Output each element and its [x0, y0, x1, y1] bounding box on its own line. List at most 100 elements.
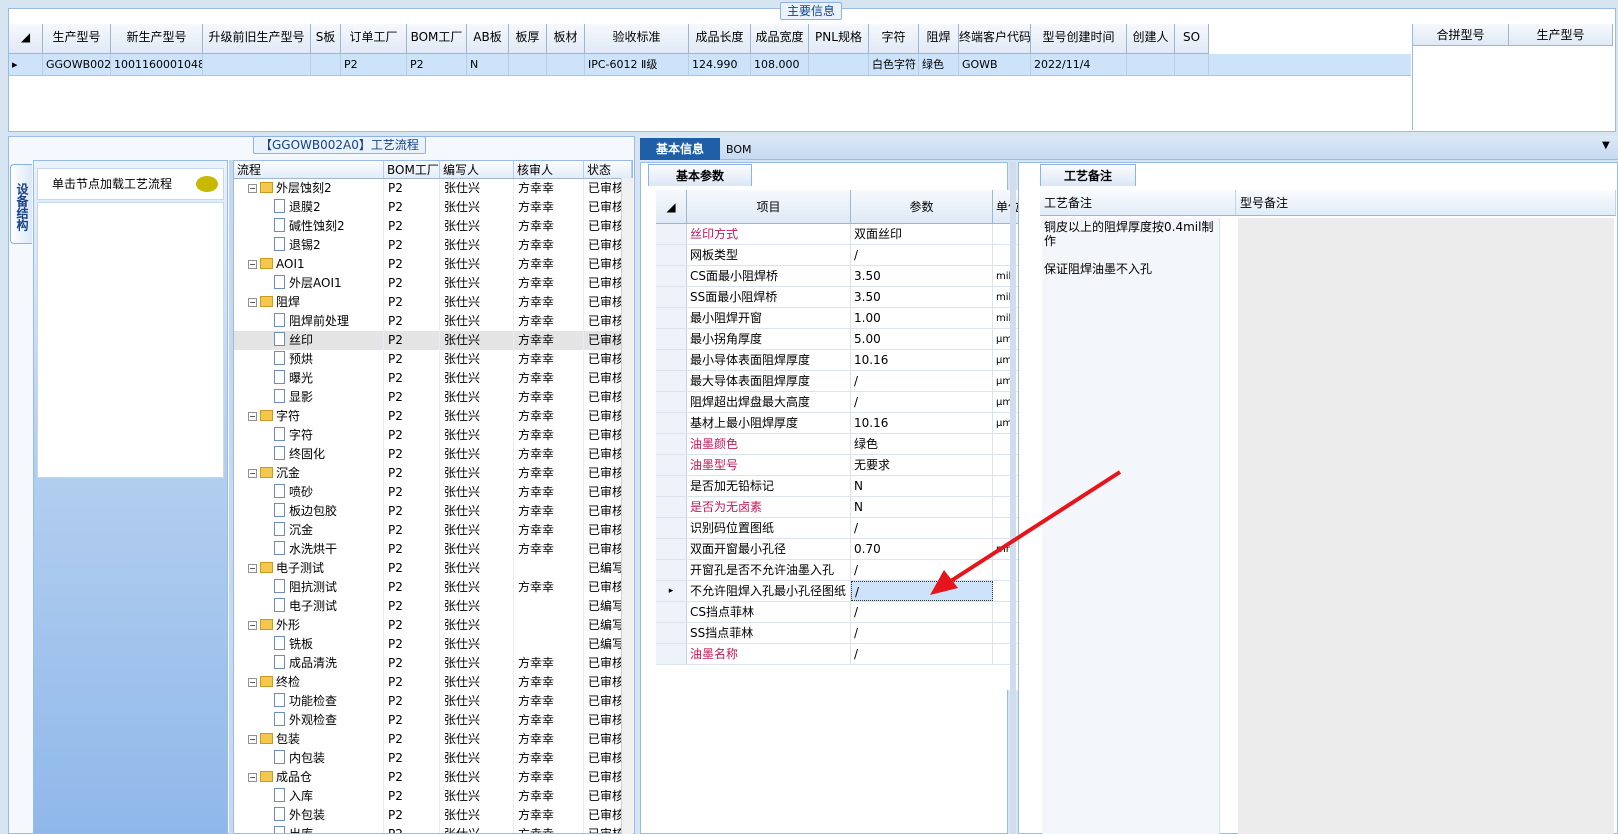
tree-node[interactable]: 退锡2	[234, 236, 384, 255]
main-info-col-header[interactable]: 型号创建时间	[1031, 24, 1127, 54]
tree-row[interactable]: 字符 P2 张仕兴 方幸幸 已审核	[234, 426, 632, 445]
tree-row[interactable]: 沉金 P2 张仕兴 方幸幸 已审核	[234, 521, 632, 540]
tree-node[interactable]: 入库	[234, 787, 384, 806]
main-info-cell[interactable]: 绿色	[919, 54, 959, 75]
tree-row[interactable]: 外观检查 P2 张仕兴 方幸幸 已审核	[234, 711, 632, 730]
param-row[interactable]: 丝印方式 双面丝印	[656, 224, 1026, 245]
collapse-icon[interactable]: −	[248, 412, 257, 421]
tree-row[interactable]: 退膜2 P2 张仕兴 方幸幸 已审核	[234, 198, 632, 217]
row-selector[interactable]	[656, 350, 687, 370]
main-info-col-header[interactable]: 终端客户代码	[959, 24, 1031, 54]
tree-row[interactable]: 入库 P2 张仕兴 方幸幸 已审核	[234, 787, 632, 806]
row-selector[interactable]	[656, 476, 687, 496]
main-info-col-header[interactable]: 成品宽度	[751, 24, 809, 54]
param-row[interactable]: SS挡点菲林 /	[656, 623, 1026, 644]
main-info-cell[interactable]	[809, 54, 869, 75]
main-info-col-header[interactable]: AB板	[467, 24, 509, 54]
tree-col-writer[interactable]: 编写人	[440, 161, 514, 178]
tree-node[interactable]: 外观检查	[234, 711, 384, 730]
tree-node[interactable]: 铣板	[234, 635, 384, 654]
params-col-value[interactable]: 参数	[851, 190, 993, 224]
param-value-field[interactable]: 10.16	[851, 350, 993, 370]
tree-node[interactable]: − 字符	[234, 407, 384, 426]
main-info-col-header[interactable]: PNL规格	[809, 24, 869, 54]
main-info-cell[interactable]: P2	[341, 54, 407, 75]
param-row[interactable]: 最小阻焊开窗 1.00 mil	[656, 308, 1026, 329]
tree-node[interactable]: 终固化	[234, 445, 384, 464]
collapse-icon[interactable]: −	[248, 678, 257, 687]
row-selector[interactable]	[656, 287, 687, 307]
main-info-data-row[interactable]: ▸GGOWB002A010011600010485P2P2NIPC-6012 Ⅱ…	[9, 54, 1411, 76]
param-value-field[interactable]: /	[851, 245, 993, 265]
param-row[interactable]: 最小导体表面阻焊厚度 10.16 μm	[656, 350, 1026, 371]
param-row[interactable]: SS面最小阻焊桥 3.50 mil	[656, 287, 1026, 308]
tree-node[interactable]: − 外层蚀刻2	[234, 179, 384, 198]
main-info-col-header[interactable]: 成品长度	[689, 24, 751, 54]
param-value-field[interactable]: 3.50	[851, 287, 993, 307]
main-info-cell[interactable]	[547, 54, 585, 75]
main-info-col-header[interactable]: 板厚	[509, 24, 547, 54]
main-info-col-header[interactable]: 创建人	[1127, 24, 1175, 54]
main-info-cell[interactable]: 108.000	[751, 54, 809, 75]
main-info-col-header[interactable]: 板材	[547, 24, 585, 54]
tree-col-bom[interactable]: BOM工厂	[384, 161, 440, 178]
param-row[interactable]: CS挡点菲林 /	[656, 602, 1026, 623]
tree-node[interactable]: − 成品仓	[234, 768, 384, 787]
params-col-item[interactable]: 项目	[687, 190, 851, 224]
tree-row[interactable]: 碱性蚀刻2 P2 张仕兴 方幸幸 已审核	[234, 217, 632, 236]
tree-row[interactable]: − 外形 P2 张仕兴 已编写	[234, 616, 632, 635]
main-info-cell[interactable]	[311, 54, 341, 75]
tree-row[interactable]: − 字符 P2 张仕兴 方幸幸 已审核	[234, 407, 632, 426]
row-selector[interactable]	[656, 497, 687, 517]
param-value-field[interactable]: 10.16	[851, 413, 993, 433]
tree-node[interactable]: − 外形	[234, 616, 384, 635]
notes-col-process[interactable]: 工艺备注	[1040, 190, 1236, 215]
tree-row[interactable]: 外层AOI1 P2 张仕兴 方幸幸 已审核	[234, 274, 632, 293]
main-info-col-header[interactable]: 验收标准	[585, 24, 689, 54]
notes-col-model[interactable]: 型号备注	[1236, 190, 1616, 215]
row-selector[interactable]	[656, 644, 687, 664]
tree-row[interactable]: − 沉金 P2 张仕兴 方幸幸 已审核	[234, 464, 632, 483]
tree-node[interactable]: 阻抗测试	[234, 578, 384, 597]
main-info-cell[interactable]: IPC-6012 Ⅱ级	[585, 54, 689, 75]
param-row[interactable]: 最大导体表面阻焊厚度 / μm	[656, 371, 1026, 392]
param-value-field[interactable]: /	[851, 602, 993, 622]
main-info-cell[interactable]: N	[467, 54, 509, 75]
tree-node[interactable]: 出库	[234, 825, 384, 833]
main-info-cell[interactable]: 124.990	[689, 54, 751, 75]
tree-row[interactable]: 喷砂 P2 张仕兴 方幸幸 已审核	[234, 483, 632, 502]
param-row[interactable]: 油墨颜色 绿色	[656, 434, 1026, 455]
tree-node[interactable]: 内包装	[234, 749, 384, 768]
tree-row[interactable]: 终固化 P2 张仕兴 方幸幸 已审核	[234, 445, 632, 464]
main-info-col-header[interactable]: BOM工厂	[407, 24, 467, 54]
tree-row[interactable]: − 外层蚀刻2 P2 张仕兴 方幸幸 已审核	[234, 179, 632, 198]
main-info-col-header[interactable]: 生产型号	[43, 24, 111, 54]
param-value-field[interactable]: 双面丝印	[851, 224, 993, 244]
param-value-field[interactable]: 3.50	[851, 266, 993, 286]
process-tree-grid[interactable]: 流程 BOM工厂 编写人 核审人 状态 − 外层蚀刻2 P2 张仕兴 方幸幸 已审核 退膜2…	[233, 160, 633, 834]
tree-row[interactable]: 铣板 P2 张仕兴 已编写	[234, 635, 632, 654]
tree-node[interactable]: 退膜2	[234, 198, 384, 217]
tab-basic-params[interactable]: 基本参数	[648, 164, 752, 186]
tree-node[interactable]: − AOI1	[234, 255, 384, 274]
tree-node[interactable]: 沉金	[234, 521, 384, 540]
tree-node[interactable]: 碱性蚀刻2	[234, 217, 384, 236]
param-value-field[interactable]: /	[851, 371, 993, 391]
main-info-col-header[interactable]: 升级前旧生产型号	[203, 24, 311, 54]
tree-row[interactable]: 显影 P2 张仕兴 方幸幸 已审核	[234, 388, 632, 407]
tree-row[interactable]: − 成品仓 P2 张仕兴 方幸幸 已审核	[234, 768, 632, 787]
param-row[interactable]: 基材上最小阻焊厚度 10.16 μm	[656, 413, 1026, 434]
tree-node[interactable]: 功能检查	[234, 692, 384, 711]
tree-scrollbar[interactable]	[621, 178, 633, 834]
tree-node[interactable]: 预烘	[234, 350, 384, 369]
tree-row[interactable]: − 终检 P2 张仕兴 方幸幸 已审核	[234, 673, 632, 692]
tab-process-notes[interactable]: 工艺备注	[1040, 164, 1136, 186]
row-selector[interactable]	[656, 455, 687, 475]
main-info-cell[interactable]: 10011600010485	[111, 54, 203, 75]
tree-row[interactable]: 成品清洗 P2 张仕兴 方幸幸 已审核	[234, 654, 632, 673]
tree-row[interactable]: 丝印 P2 张仕兴 方幸幸 已审核	[234, 331, 632, 350]
tree-row[interactable]: 外包装 P2 张仕兴 方幸幸 已审核	[234, 806, 632, 825]
main-info-col-header[interactable]: 订单工厂	[341, 24, 407, 54]
model-note-area[interactable]	[1238, 218, 1614, 834]
param-value-field[interactable]: 1.00	[851, 308, 993, 328]
